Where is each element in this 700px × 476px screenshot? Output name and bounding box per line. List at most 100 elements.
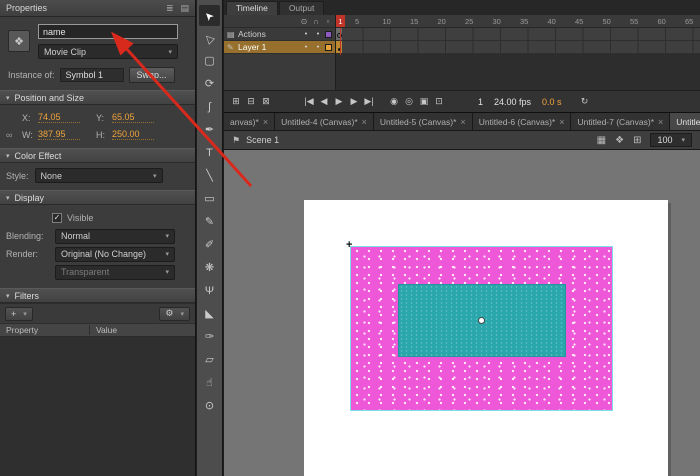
document-tab-3[interactable]: Untitled-6 (Canvas)*× [473,113,572,130]
blending-dropdown[interactable]: Normal ▾ [55,229,175,244]
show-hide-column-icon[interactable]: ⊙ [298,15,310,27]
edit-scene-button[interactable]: ▦ [597,135,606,146]
current-frame-counter[interactable]: 1 [474,97,487,107]
frames-row-layer1[interactable] [336,41,700,54]
loop-playback-button[interactable]: ↻ [579,94,591,109]
layer-visibility-dot[interactable]: • [300,44,312,51]
paint-bucket-tool[interactable]: ◣ [199,304,220,325]
instance-name-input[interactable] [38,24,178,39]
properties-panel-header: Properties ≣ ▤ [0,0,195,17]
close-tab-icon[interactable]: × [263,117,268,127]
line-tool[interactable]: ╲ [199,166,220,187]
new-layer-button[interactable]: ⊞ [230,94,242,109]
visible-checkbox[interactable]: ✓ [52,213,62,223]
document-tab-2[interactable]: Untitled-5 (Canvas)*× [374,113,473,130]
h-value[interactable]: 250.00 [112,129,154,140]
layer-lock-dot[interactable]: • [312,44,324,51]
collapse-triangle-icon: ▾ [6,152,10,160]
modify-markers-button[interactable]: ⊡ [433,94,445,109]
subselection-tool[interactable]: ▷ [199,28,220,49]
zoom-control[interactable]: 100 ▾ [650,133,692,147]
rectangle-tool[interactable]: ▭ [199,189,220,210]
eyedropper-tool[interactable]: ✑ [199,327,220,348]
scene-name[interactable]: Scene 1 [246,135,279,145]
style-dropdown[interactable]: None ▾ [35,168,163,183]
go-to-first-frame-button[interactable]: |◀ [303,94,315,109]
playhead[interactable]: 1 [336,15,345,28]
transform-point[interactable] [478,317,485,324]
lasso-tool[interactable]: ʃ [199,97,220,118]
render-dropdown[interactable]: Original (No Change) ▾ [55,247,175,262]
bone-tool[interactable]: Ψ [199,281,220,302]
tab-output[interactable]: Output [279,1,325,15]
edit-symbols-button[interactable]: ❖ [615,135,624,146]
pencil-tool[interactable]: ✎ [199,212,220,233]
eraser-tool[interactable]: ▱ [199,350,220,371]
style-value: None [41,171,63,181]
free-transform-tool[interactable]: ▢ [199,51,220,72]
layer-row-layer-1[interactable]: ✎Layer 1•• [224,41,335,54]
section-header-position[interactable]: ▾ Position and Size [0,90,195,105]
section-header-filters[interactable]: ▾ Filters [0,288,195,303]
document-tab-0[interactable]: anvas)*× [224,113,275,130]
document-tab-4[interactable]: Untitled-7 (Canvas)*× [571,113,670,130]
hand-tool[interactable]: ☝ [199,373,220,394]
go-to-last-frame-button[interactable]: ▶| [363,94,375,109]
filter-options-button[interactable]: ⚙ ▾ [159,307,190,321]
close-tab-icon[interactable]: × [658,117,663,127]
lock-column-icon[interactable]: ∩ [310,15,322,27]
pen-tool[interactable]: ✒ [199,120,220,141]
3d-rotation-tool[interactable]: ⟳ [199,74,220,95]
frames-area[interactable]: 1 5101520253035404550556065 [336,15,700,90]
text-tool[interactable]: T [199,143,220,164]
close-tab-icon[interactable]: × [362,117,367,127]
h-label: H: [96,130,112,140]
new-folder-button[interactable]: ⊟ [245,94,257,109]
close-tab-icon[interactable]: × [559,117,564,127]
onion-skin-button[interactable]: ◉ [388,94,400,109]
deco-tool[interactable]: ❋ [199,258,220,279]
stage[interactable]: + [304,200,668,476]
ruler-tick: 35 [520,17,528,26]
layer-visibility-dot[interactable]: • [300,31,312,38]
play-button[interactable]: ▶ [333,94,345,109]
timeline-tabbar: TimelineOutput [224,0,700,15]
frames-row-actions[interactable] [336,28,700,41]
add-filter-button[interactable]: + ▾ [5,307,33,321]
transparent-dropdown[interactable]: Transparent ▾ [55,265,175,280]
step-forward-button[interactable]: ▶ [348,94,360,109]
panel-list-icon[interactable]: ≣ [166,3,174,14]
pasteboard[interactable]: + [224,150,700,476]
close-tab-icon[interactable]: × [460,117,465,127]
y-value[interactable]: 65.05 [112,112,154,123]
delete-layer-button[interactable]: ⊠ [260,94,272,109]
section-header-display[interactable]: ▾ Display [0,190,195,205]
link-constrain-icon[interactable]: ∞ [6,130,22,140]
tab-timeline[interactable]: Timeline [226,1,278,15]
panel-menu-icon[interactable]: ▤ [180,3,189,14]
layer-lock-dot[interactable]: • [312,31,324,38]
section-header-color-effect[interactable]: ▾ Color Effect [0,148,195,163]
selection-tool[interactable]: ➤ [199,5,220,26]
brush-tool[interactable]: ✐ [199,235,220,256]
keyframe-layer1[interactable] [336,41,342,53]
layer-row-actions[interactable]: ▤Actions•• [224,28,335,41]
frame-grid[interactable] [336,28,700,54]
panel-title: Properties [6,3,159,13]
step-back-button[interactable]: ◀ [318,94,330,109]
frame-rate-value[interactable]: 24.00 fps [490,97,535,107]
movie-clip-instance[interactable]: + [350,246,613,411]
center-stage-button[interactable]: ⊞ [633,135,641,146]
document-tab-5[interactable]: Untitled-8 (Canva× [670,113,700,130]
x-value[interactable]: 74.05 [38,112,80,123]
document-tab-1[interactable]: Untitled-4 (Canvas)*× [275,113,374,130]
onion-skin-outlines-button[interactable]: ◎ [403,94,415,109]
symbol-type-dropdown[interactable]: Movie Clip ▾ [38,44,178,59]
w-value[interactable]: 387.95 [38,129,80,140]
zoom-tool[interactable]: ⊙ [199,396,220,417]
outline-column-icon[interactable]: ▫ [322,15,334,27]
edit-multiple-frames-button[interactable]: ▣ [418,94,430,109]
keyframe-actions[interactable] [336,28,342,40]
swap-button[interactable]: Swap... [129,67,175,83]
frame-ruler[interactable]: 1 5101520253035404550556065 [336,15,700,28]
